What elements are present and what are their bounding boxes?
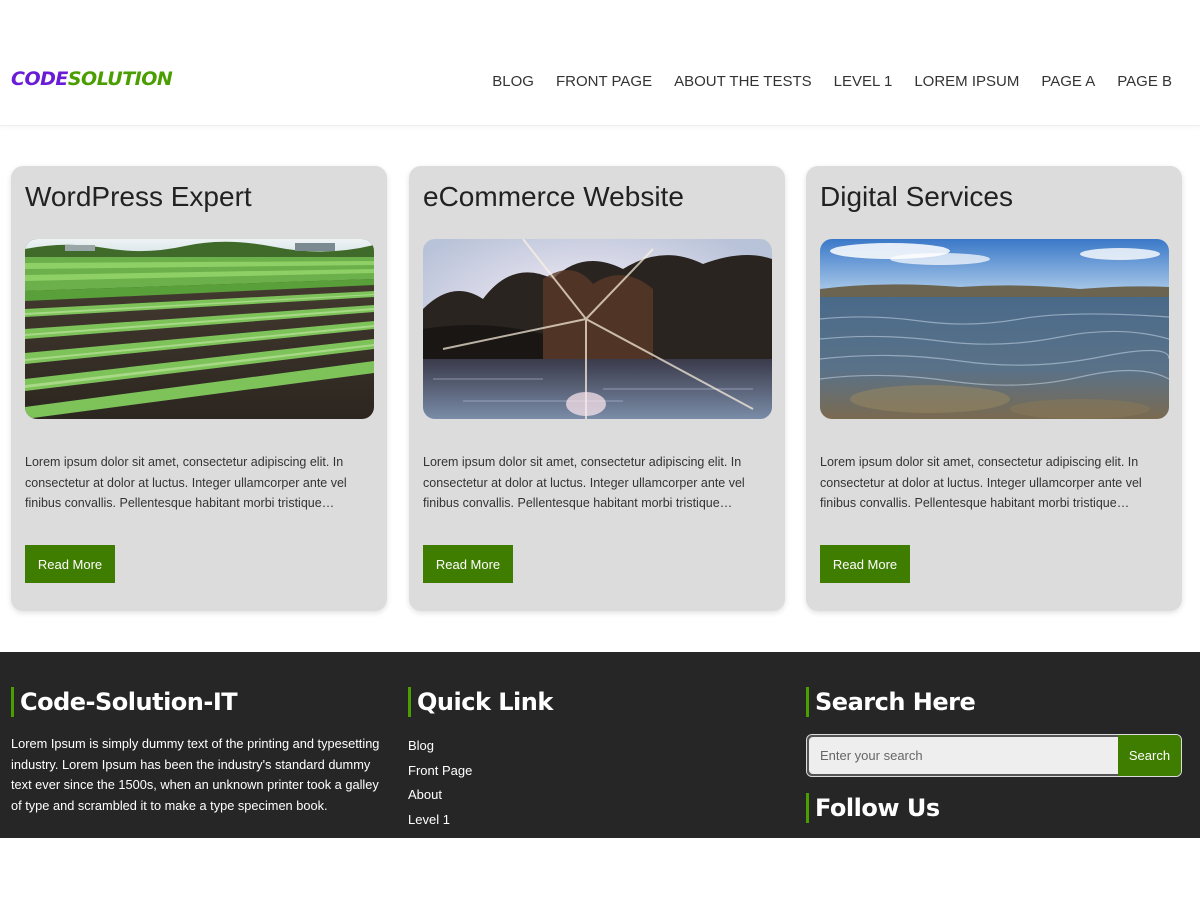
footer-link-about[interactable]: About — [408, 783, 472, 808]
card-description: Lorem ipsum dolor sit amet, consectetur … — [25, 455, 347, 510]
footer-quick-links: Blog Front Page About Level 1 — [408, 734, 472, 832]
footer-about-heading: Code-Solution-IT — [11, 687, 238, 717]
sunlit-lake-forest-photo — [423, 239, 772, 419]
nav-blog[interactable]: BLOG — [492, 72, 534, 92]
read-more-button[interactable]: Read More — [25, 545, 115, 583]
logo-code-text: CODE — [11, 68, 68, 90]
card-title: eCommerce Website — [423, 181, 684, 212]
nav-page-a[interactable]: PAGE A — [1041, 72, 1095, 92]
card-description: Lorem ipsum dolor sit amet, consectetur … — [820, 455, 1142, 510]
footer-link-blog[interactable]: Blog — [408, 734, 472, 759]
site-logo[interactable]: CODESOLUTION — [11, 68, 173, 90]
service-card-wordpress: WordPress Expert Lorem ipsum dolor sit a… — [11, 166, 387, 611]
card-description: Lorem ipsum dolor sit amet, consectetur … — [423, 455, 745, 510]
service-card-digital: Digital Services Lorem ipsum dolor sit a… — [806, 166, 1182, 611]
read-more-button[interactable]: Read More — [820, 545, 910, 583]
footer-about-text: Lorem Ipsum is simply dummy text of the … — [11, 736, 380, 813]
card-title: WordPress Expert — [25, 181, 252, 212]
nav-front-page[interactable]: FRONT PAGE — [556, 72, 652, 92]
footer-search-form: Search — [806, 734, 1182, 777]
nav-lorem-ipsum[interactable]: LOREM IPSUM — [914, 72, 1019, 92]
nav-level-1[interactable]: LEVEL 1 — [834, 72, 893, 92]
footer-link-front-page[interactable]: Front Page — [408, 759, 472, 784]
footer-quick-link-heading: Quick Link — [408, 687, 553, 717]
ocean-water-photo — [820, 239, 1169, 419]
site-footer: Code-Solution-IT Lorem Ipsum is simply d… — [0, 652, 1200, 838]
logo-solution-text: SOLUTION — [67, 68, 173, 90]
nav-page-b[interactable]: PAGE B — [1117, 72, 1172, 92]
site-header: CODESOLUTION BLOG FRONT PAGE ABOUT THE T… — [0, 0, 1200, 126]
search-input[interactable] — [807, 735, 1118, 776]
search-button[interactable]: Search — [1118, 735, 1181, 776]
footer-follow-heading: Follow Us — [806, 793, 940, 823]
farm-field-photo — [25, 239, 374, 419]
main-nav: BLOG FRONT PAGE ABOUT THE TESTS LEVEL 1 … — [492, 72, 1200, 92]
service-card-ecommerce: eCommerce Website Lorem ipsum dolor sit … — [409, 166, 785, 611]
footer-link-level-1[interactable]: Level 1 — [408, 808, 472, 833]
read-more-button[interactable]: Read More — [423, 545, 513, 583]
footer-search-heading: Search Here — [806, 687, 976, 717]
card-title: Digital Services — [820, 181, 1013, 212]
nav-about-the-tests[interactable]: ABOUT THE TESTS — [674, 72, 812, 92]
